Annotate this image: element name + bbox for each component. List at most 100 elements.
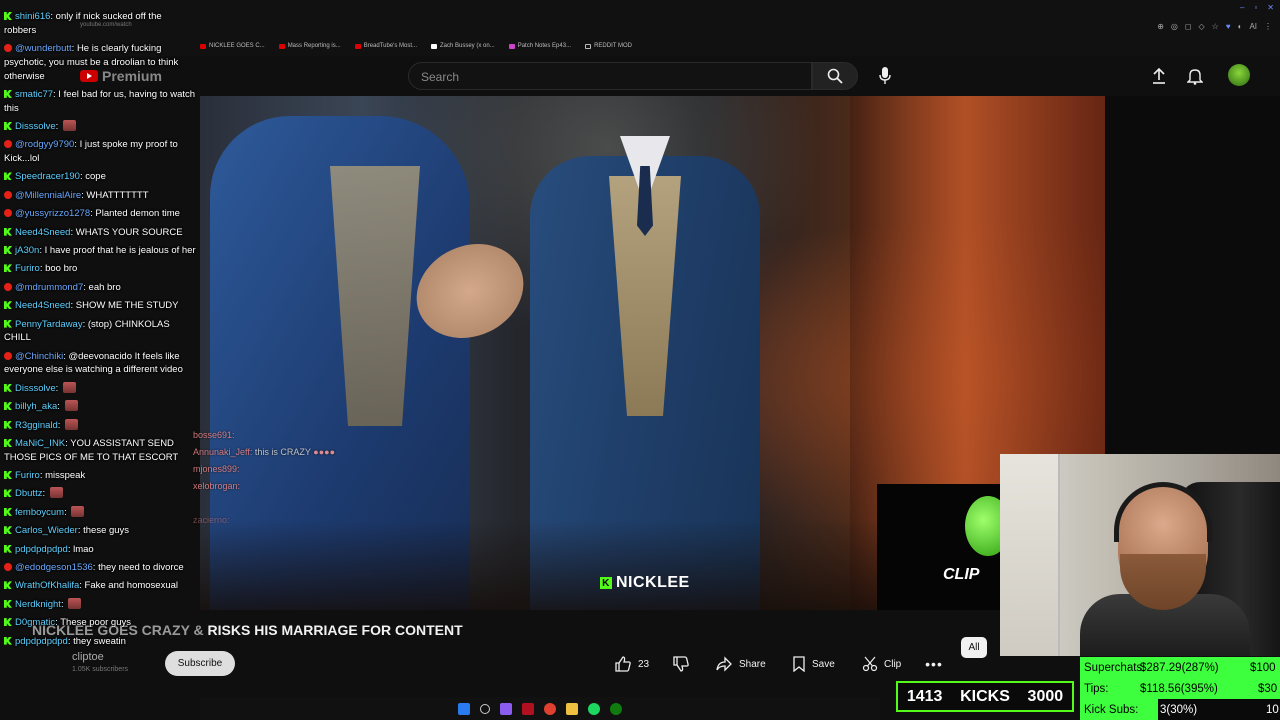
chat-username[interactable]: Furiro — [15, 263, 40, 274]
chat-message: Need4Sneed: WHATS YOUR SOURCE — [4, 226, 196, 240]
zoom-icon[interactable]: ⊕ — [1157, 22, 1164, 31]
chat-username[interactable]: Disssolve — [15, 121, 56, 132]
close-icon[interactable]: ✕ — [1267, 3, 1274, 12]
search-button[interactable] — [812, 62, 858, 90]
chat-username[interactable]: D0gmatic — [15, 617, 55, 628]
chat-username[interactable]: Nerdknight — [15, 599, 61, 610]
upload-button[interactable] — [1147, 64, 1171, 88]
youtube-badge-icon — [4, 563, 12, 571]
kick-badge-icon — [4, 438, 12, 447]
chat-username[interactable]: Carlos_Wieder — [15, 525, 78, 536]
kicks-goal-counter: 1413 KICKS 3000 — [896, 681, 1074, 712]
emote-icon — [62, 381, 76, 393]
chat-message: pdpdpdpdpd: lmao — [4, 543, 196, 557]
dislike-button[interactable] — [672, 651, 690, 677]
chat-text: WHATS YOUR SOURCE — [75, 226, 183, 238]
search-icon[interactable] — [480, 703, 490, 714]
chat-username[interactable]: Speedracer190 — [15, 171, 80, 182]
chat-message: Carlos_Wieder: these guys — [4, 524, 196, 538]
chat-message: WrathOfKhalifa: Fake and homosexual — [4, 579, 196, 593]
chat-username[interactable]: pdpdpdpdpd — [15, 544, 68, 555]
x-favicon-icon — [431, 43, 437, 49]
extension-icon[interactable]: ◎ — [1171, 22, 1178, 31]
voice-search-button[interactable] — [870, 62, 900, 90]
kick-badge-icon — [4, 319, 12, 328]
chat-message: smatic77: I feel bad for us, having to w… — [4, 88, 196, 115]
kick-badge-icon — [4, 471, 12, 480]
chat-username[interactable]: MaNiC_INK — [15, 438, 65, 449]
chat-text: These poor guys — [60, 617, 131, 629]
extension-icon[interactable]: ◻ — [1185, 22, 1192, 31]
discord-icon[interactable] — [500, 702, 512, 715]
chat-username[interactable]: Dbuttz — [15, 488, 42, 499]
menu-dots-icon[interactable]: ⋮ — [1264, 22, 1272, 31]
windows-start-icon[interactable] — [458, 702, 470, 715]
bookmark-star-icon[interactable]: ☆ — [1212, 22, 1219, 31]
like-button[interactable]: 23 — [614, 651, 649, 677]
kick-badge-icon — [4, 12, 12, 20]
chat-username[interactable]: Furiro — [15, 470, 40, 481]
account-avatar[interactable] — [1228, 64, 1250, 86]
extension-icon[interactable]: ◇ — [1199, 22, 1205, 31]
spotify-icon[interactable] — [588, 702, 600, 715]
folder-icon[interactable] — [566, 702, 578, 715]
chat-username[interactable]: billyh_aka — [15, 401, 57, 412]
notifications-button[interactable] — [1183, 64, 1207, 88]
chat-username[interactable]: jA30n — [15, 245, 39, 256]
ai-icon[interactable]: AI — [1249, 22, 1257, 31]
share-button[interactable]: Share — [715, 651, 766, 677]
chat-username[interactable]: R3gginald — [15, 420, 58, 431]
clip-button[interactable]: Clip — [862, 651, 901, 677]
chat-username[interactable]: @Chinchiki — [15, 351, 63, 362]
save-button[interactable]: Save — [792, 651, 835, 677]
chat-username[interactable]: smatic77 — [15, 89, 53, 100]
chat-username[interactable]: Need4Sneed — [15, 227, 70, 238]
chat-username[interactable]: @wunderbutt — [15, 43, 72, 54]
emote-icon — [68, 597, 82, 609]
emote-icon: ●●●● — [313, 447, 336, 457]
bookmarks-bar: NICKLEE GOES C... Mass Reporting is... B… — [200, 38, 632, 54]
youtube-badge-icon — [4, 140, 12, 149]
chat-username[interactable]: femboycum — [15, 507, 64, 518]
folder-icon — [585, 43, 592, 49]
kick-badge-icon — [4, 507, 12, 516]
bookmark-item[interactable]: Patch Notes Ep43... — [508, 43, 571, 49]
chrome-icon[interactable] — [544, 702, 556, 715]
chat-username[interactable]: PennyTardaway — [15, 319, 83, 330]
kick-logo-icon: K — [600, 577, 612, 589]
restore-icon[interactable]: ▫ — [1254, 3, 1257, 12]
chat-username[interactable]: WrathOfKhalifa — [15, 580, 79, 591]
live-chat-overlay: shini616: only if nick sucked off the ro… — [0, 0, 200, 700]
clip-logo-text: CLIP — [943, 566, 980, 583]
bookmark-folder[interactable]: REDDIT MOD — [585, 43, 632, 49]
heart-icon[interactable]: ♥ — [1226, 22, 1231, 31]
more-actions-button[interactable]: ••• — [924, 651, 944, 677]
video-overlay-chat: bosse691: Annunaki_Jeff: this is CRAZY ●… — [193, 427, 413, 529]
search-input[interactable]: Search — [408, 62, 812, 90]
chat-username[interactable]: Need4Sneed — [15, 300, 70, 311]
chat-username[interactable]: @MillennialAire — [15, 190, 81, 201]
xbox-icon[interactable] — [610, 702, 622, 715]
youtube-premium-logo[interactable]: Premium — [80, 68, 162, 84]
bookmark-item[interactable]: NICKLEE GOES C... — [200, 43, 265, 49]
chat-username[interactable]: Disssolve — [15, 383, 56, 394]
extension-icon[interactable]: ◐ — [1238, 22, 1243, 31]
chat-message: billyh_aka: — [4, 400, 196, 414]
chat-message: PennyTardaway: (stop) CHINKOLAS CHILL — [4, 318, 196, 345]
bookmark-item[interactable]: BreadTube's Most... — [354, 43, 417, 49]
kicks-current: 1413 — [906, 687, 943, 705]
app-icon[interactable] — [522, 702, 534, 715]
chat-username[interactable]: @rodgyy9790 — [15, 139, 74, 150]
chat-text: they need to divorce — [98, 562, 184, 573]
chat-username[interactable]: pdpdpdpdpd — [15, 636, 68, 647]
chat-username[interactable]: @mdrummond7 — [15, 282, 83, 293]
superchats-row: Superchats: $287.29(287%) $100 — [1084, 661, 1276, 674]
minimize-icon[interactable]: – — [1240, 3, 1244, 12]
chat-username[interactable]: shini616 — [15, 11, 50, 22]
filter-chip-all[interactable]: All — [961, 637, 987, 658]
bookmark-item[interactable]: Zach Bussey (x on... — [431, 43, 495, 49]
chat-username[interactable]: @edodgeson1536 — [15, 562, 93, 573]
bookmark-item[interactable]: Mass Reporting is... — [278, 43, 341, 49]
kick-badge-icon — [4, 581, 12, 590]
chat-username[interactable]: @yussyrizzo1278 — [15, 208, 90, 219]
